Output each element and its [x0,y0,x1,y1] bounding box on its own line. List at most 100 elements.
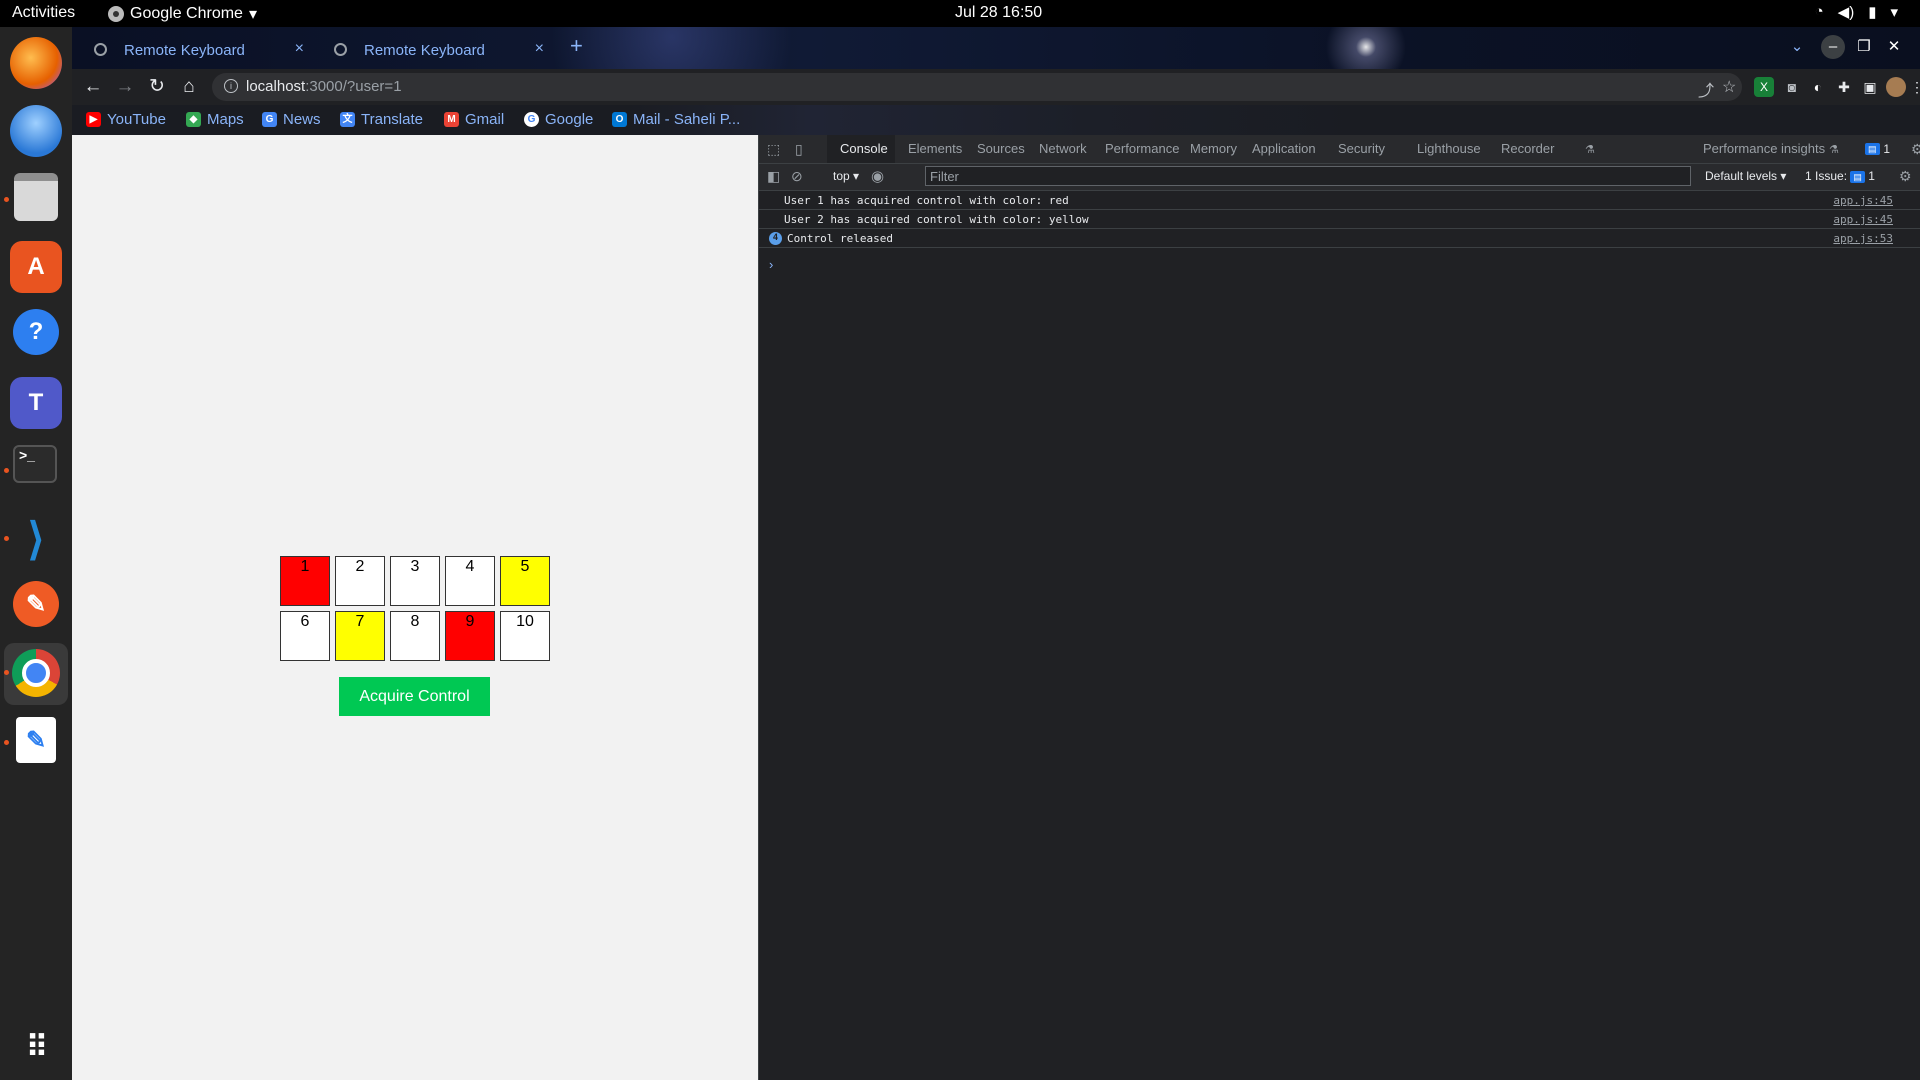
terminal-icon[interactable]: >_ [13,445,57,483]
context-selector[interactable]: top ▾ [833,169,859,183]
message-icon: ▤ [1865,143,1880,156]
issues-count: 1 [1868,169,1875,183]
teams-icon[interactable]: T [10,377,62,429]
log-source-link[interactable]: app.js:45 [1833,194,1893,207]
clock[interactable]: Jul 28 16:50 [955,4,1042,22]
key-2[interactable]: 2 [335,556,385,606]
log-levels-dropdown[interactable]: Default levels ▾ [1705,169,1786,183]
url-path: :3000/?user=1 [305,78,402,95]
excel-extension-icon[interactable]: X [1754,77,1774,97]
help-icon[interactable]: ? [13,309,59,355]
key-8[interactable]: 8 [390,611,440,661]
tab-strip: Remote Keyboard × Remote Keyboard × + ⌄ … [72,27,1920,69]
devtools-tab-console[interactable]: Console [840,141,888,156]
key-9[interactable]: 9 [445,611,495,661]
log-source-link[interactable]: app.js:45 [1833,213,1893,226]
acquire-control-button[interactable]: Acquire Control [339,677,490,716]
bookmark-google[interactable]: G Google [524,111,593,128]
log-message: User 1 has acquired control with color: … [784,194,1069,207]
devtools-tab-performance-insights[interactable]: Performance insights [1703,141,1825,156]
outlook-icon: O [612,112,627,127]
maximize-button[interactable]: ❐ [1852,35,1876,59]
key-1[interactable]: 1 [280,556,330,606]
clear-console-icon[interactable]: ⊘ [791,168,803,185]
home-icon[interactable]: ⌂ [176,75,202,99]
camera-extension-icon[interactable]: ◙ [1782,77,1802,97]
devtools-tab-lighthouse[interactable]: Lighthouse [1417,141,1481,156]
devtools-tab-memory[interactable]: Memory [1190,141,1237,156]
firefox-icon[interactable] [10,37,62,89]
devtools-tab-performance[interactable]: Performance [1105,141,1179,156]
software-icon[interactable]: A [10,241,62,293]
profile-avatar[interactable] [1886,77,1906,97]
tab-remote-keyboard-1[interactable]: Remote Keyboard × [80,33,316,69]
bookmark-gmail[interactable]: M Gmail [444,111,504,128]
activities-button[interactable]: Activities [12,4,75,22]
share-icon[interactable]: ⤴ [1698,77,1714,101]
show-apps-icon[interactable]: ⠿ [10,1021,62,1073]
new-tab-button[interactable]: + [570,33,583,59]
app-menu[interactable]: Google Chrome ▾ [108,4,257,24]
devtools-tab-elements[interactable]: Elements [908,141,962,156]
bookmark-maps[interactable]: ◆ Maps [186,111,244,128]
devtools-tab-network[interactable]: Network [1039,141,1087,156]
sidebar-toggle-icon[interactable]: ◧ [767,168,780,185]
key-7[interactable]: 7 [335,611,385,661]
device-toolbar-icon[interactable]: ▯ [795,141,803,158]
files-icon[interactable] [14,173,58,221]
chrome-menu-icon[interactable]: ⋮ [1910,77,1920,97]
key-10[interactable]: 10 [500,611,550,661]
url-text[interactable]: localhost:3000/?user=1 [246,78,402,95]
text-editor-icon[interactable]: ✎ [16,717,56,763]
context-label: top [833,169,850,183]
system-tray[interactable]: ◔ ◀) ▮ ▾ [1815,3,1898,21]
key-6[interactable]: 6 [280,611,330,661]
bookmark-news[interactable]: G News [262,111,321,128]
tab-search-icon[interactable]: ⌄ [1785,35,1809,59]
postman-icon[interactable]: ✎ [13,581,59,627]
thunderbird-icon[interactable] [10,105,62,157]
bookmark-star-icon[interactable]: ☆ [1722,77,1736,97]
flask-icon: ⚗ [1585,144,1595,156]
close-tab-icon[interactable]: × [535,40,544,58]
devtools-tab-application[interactable]: Application [1252,141,1316,156]
side-panel-icon[interactable]: ▣ [1860,77,1880,97]
inspect-element-icon[interactable]: ⬚ [767,141,780,158]
key-4[interactable]: 4 [445,556,495,606]
console-settings-icon[interactable]: ⚙ [1899,168,1912,185]
extensions-puzzle-icon[interactable]: ✚ [1834,77,1854,97]
devtools-tab-recorder[interactable]: Recorder [1501,141,1554,156]
bookmark-youtube[interactable]: ▶ YouTube [86,111,166,128]
close-tab-icon[interactable]: × [295,40,304,58]
close-window-button[interactable]: ✕ [1882,35,1906,59]
forward-icon[interactable]: → [112,75,138,99]
vscode-icon[interactable]: ⟩ [10,513,62,565]
devtools-tab-security[interactable]: Security [1338,141,1385,156]
back-icon[interactable]: ← [80,75,106,99]
extension-circle-icon[interactable]: ◐ [1808,77,1828,97]
issues-counter[interactable]: ▤ 1 [1865,140,1890,156]
log-levels-label: Default levels [1705,169,1778,183]
log-source-link[interactable]: app.js:53 [1833,232,1893,245]
key-3[interactable]: 3 [390,556,440,606]
console-toolbar: ◧ ⊘ top ▾ ◉ Filter Default levels ▾ 1 Is… [759,164,1920,191]
bookmark-label: YouTube [107,111,166,128]
battery-icon: ▮ [1868,4,1877,21]
address-bar[interactable]: i localhost:3000/?user=1 ⤴ ☆ [212,73,1742,101]
settings-gear-icon[interactable]: ⚙ [1911,141,1920,158]
bookmark-mail[interactable]: O Mail - Saheli P... [612,111,740,128]
issues-button[interactable]: 1 Issue: ▤ 1 [1805,169,1875,183]
site-info-icon[interactable]: i [224,79,238,93]
key-5[interactable]: 5 [500,556,550,606]
console-prompt[interactable]: › [769,257,773,272]
live-expression-eye-icon[interactable]: ◉ [871,167,884,185]
console-filter-input[interactable]: Filter [925,166,1691,186]
chrome-icon[interactable] [12,649,60,697]
minimize-button[interactable]: – [1821,35,1845,59]
bookmark-label: Translate [361,111,423,128]
reload-icon[interactable]: ↻ [144,75,170,99]
globe-icon [334,43,347,56]
devtools-tab-sources[interactable]: Sources [977,141,1025,156]
tab-remote-keyboard-2[interactable]: Remote Keyboard × [320,33,556,69]
bookmark-translate[interactable]: 文 Translate [340,111,423,128]
